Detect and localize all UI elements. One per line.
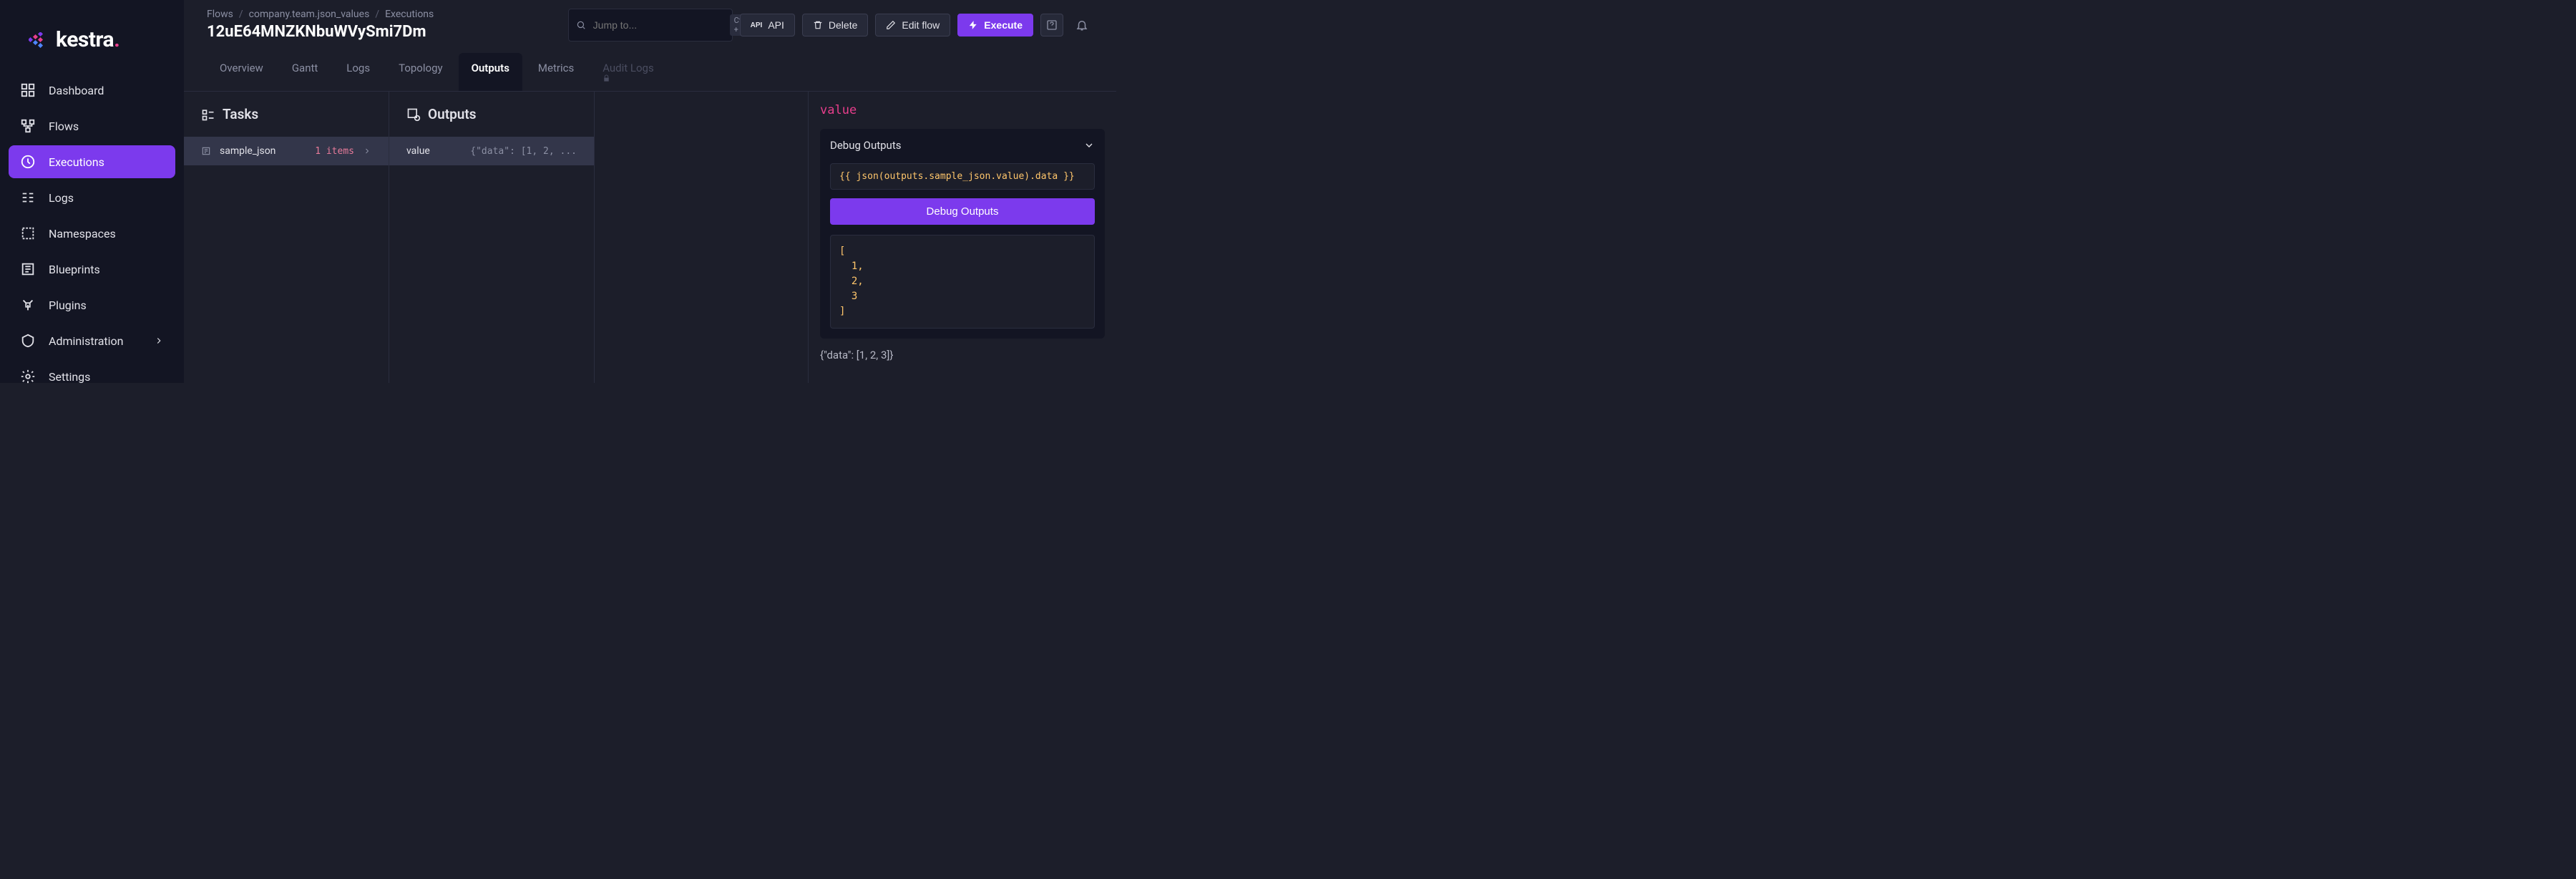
button-label: API	[768, 19, 784, 31]
trash-icon	[813, 20, 823, 30]
nav-label: Dashboard	[49, 84, 104, 97]
outputs-icon	[406, 107, 421, 122]
administration-icon	[20, 333, 36, 349]
tab-audit-logs: Audit Logs	[590, 53, 671, 91]
nav-logs[interactable]: Logs	[9, 181, 175, 214]
nav-label: Namespaces	[49, 227, 116, 241]
debug-panel: value Debug Outputs Debug Outputs [ 1, 2…	[809, 92, 1116, 383]
debug-result: [ 1, 2, 3 ]	[830, 235, 1095, 329]
logo: kestra.	[0, 27, 184, 74]
nav-administration[interactable]: Administration	[9, 324, 175, 357]
output-row[interactable]: value {"data": [1, 2, ...	[389, 137, 594, 165]
search-input[interactable]	[593, 19, 723, 31]
tabs: Overview Gantt Logs Topology Outputs Met…	[207, 53, 1093, 91]
nav-plugins[interactable]: Plugins	[9, 288, 175, 321]
task-row[interactable]: sample_json 1 items	[184, 137, 389, 165]
nav-label: Settings	[49, 370, 90, 384]
nav: Dashboard Flows Executions Logs	[0, 74, 184, 393]
raw-output: {"data": [1, 2, 3]}	[820, 349, 1105, 361]
chevron-down-icon	[1083, 140, 1095, 151]
sidebar: kestra. Dashboard Flows Executions	[0, 0, 184, 383]
debug-card: Debug Outputs Debug Outputs [ 1, 2, 3 ]	[820, 129, 1105, 339]
nav-flows[interactable]: Flows	[9, 110, 175, 142]
delete-button[interactable]: Delete	[802, 14, 868, 37]
tab-outputs[interactable]: Outputs	[459, 53, 522, 91]
breadcrumb-executions[interactable]: Executions	[385, 9, 434, 20]
debug-card-header[interactable]: Debug Outputs	[830, 139, 1095, 152]
nav-label: Logs	[49, 191, 74, 205]
search-icon	[576, 20, 586, 30]
breadcrumb-flows[interactable]: Flows	[207, 9, 233, 20]
outputs-header: Outputs	[389, 92, 594, 137]
output-value: {"data": [1, 2, ...	[470, 146, 577, 157]
jump-to-search[interactable]: Ctrl/Cmd + K	[568, 9, 733, 42]
logo-icon	[29, 32, 49, 48]
nav-blueprints[interactable]: Blueprints	[9, 253, 175, 286]
chevron-right-icon	[363, 147, 371, 155]
tab-overview[interactable]: Overview	[207, 53, 276, 91]
task-count: 1 items	[315, 146, 354, 157]
help-icon	[1046, 19, 1058, 31]
nav-label: Plugins	[49, 298, 87, 312]
nav-executions[interactable]: Executions	[9, 145, 175, 178]
header: Flows / company.team.json_values / Execu…	[184, 0, 1116, 92]
nav-settings[interactable]: Settings	[9, 360, 175, 393]
tasks-icon	[201, 107, 215, 122]
task-icon	[201, 146, 211, 156]
debug-outputs-button[interactable]: Debug Outputs	[830, 198, 1095, 225]
logs-icon	[20, 190, 36, 205]
namespaces-icon	[20, 225, 36, 241]
tasks-column: Tasks sample_json 1 items	[184, 92, 389, 383]
nav-label: Blueprints	[49, 263, 100, 276]
button-label: Edit flow	[902, 19, 940, 31]
task-name: sample_json	[220, 145, 306, 157]
lightning-icon	[968, 20, 978, 30]
lock-icon	[602, 74, 658, 82]
execution-id: 12uE64MNZKNbuWVySmi7Dm	[207, 23, 434, 41]
help-button[interactable]	[1040, 14, 1063, 37]
nav-label: Flows	[49, 120, 79, 133]
chevron-right-icon	[154, 336, 164, 346]
tab-topology[interactable]: Topology	[386, 53, 455, 91]
flows-icon	[20, 118, 36, 134]
spacer-column	[595, 92, 809, 383]
button-label: Execute	[984, 19, 1023, 31]
nav-label: Executions	[49, 155, 104, 169]
blueprints-icon	[20, 261, 36, 277]
expression-input[interactable]	[830, 163, 1095, 190]
content: Tasks sample_json 1 items	[184, 92, 1116, 383]
api-button[interactable]: API API	[740, 14, 795, 37]
debug-title: value	[820, 103, 1105, 117]
tab-logs[interactable]: Logs	[333, 53, 383, 91]
nav-label: Administration	[49, 334, 124, 348]
executions-icon	[20, 154, 36, 170]
api-icon: API	[751, 21, 763, 29]
dashboard-icon	[20, 82, 36, 98]
main: Flows / company.team.json_values / Execu…	[184, 0, 1116, 383]
notifications-button[interactable]	[1070, 14, 1093, 37]
execute-button[interactable]: Execute	[957, 14, 1033, 37]
edit-flow-button[interactable]: Edit flow	[875, 14, 950, 37]
button-label: Delete	[829, 19, 857, 31]
nav-dashboard[interactable]: Dashboard	[9, 74, 175, 107]
tab-gantt[interactable]: Gantt	[279, 53, 331, 91]
plugins-icon	[20, 297, 36, 313]
bell-icon	[1075, 19, 1088, 31]
tasks-header: Tasks	[184, 92, 389, 137]
tab-metrics[interactable]: Metrics	[525, 53, 587, 91]
outputs-column: Outputs value {"data": [1, 2, ...	[389, 92, 595, 383]
output-key: value	[406, 145, 430, 157]
settings-icon	[20, 369, 36, 384]
breadcrumb-namespace[interactable]: company.team.json_values	[249, 9, 370, 20]
pencil-icon	[886, 20, 896, 30]
breadcrumb: Flows / company.team.json_values / Execu…	[207, 9, 434, 20]
nav-namespaces[interactable]: Namespaces	[9, 217, 175, 250]
logo-text: kestra.	[56, 27, 119, 52]
